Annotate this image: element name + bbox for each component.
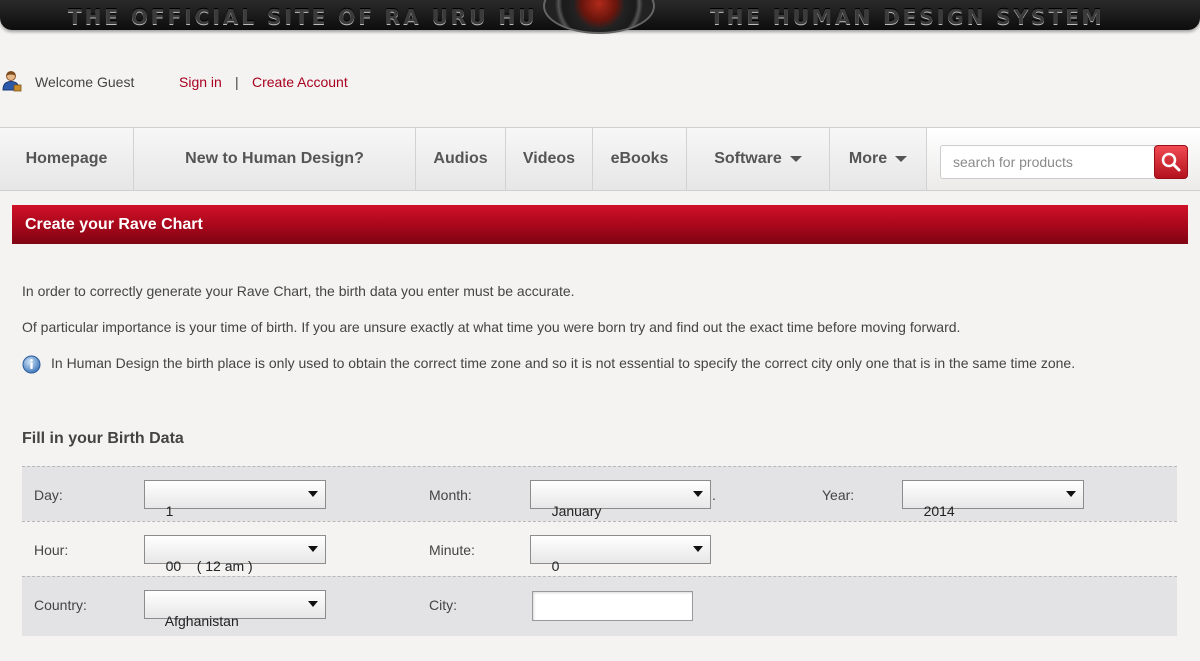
search-button[interactable] <box>1154 145 1188 179</box>
month-select[interactable]: January <box>530 480 711 519</box>
nav-ebooks-label: eBooks <box>610 150 669 167</box>
form-row-date: Day: 1 Month: January . Year: 2014 <box>22 466 1177 521</box>
main-nav: Homepage New to Human Design? Audios Vid… <box>0 127 1200 191</box>
hour-label: Hour: <box>34 542 69 558</box>
chevron-down-icon <box>693 491 703 497</box>
chevron-down-icon <box>308 546 318 552</box>
country-select[interactable]: Afghanistan <box>144 590 326 629</box>
nav-videos[interactable]: Videos <box>506 128 593 190</box>
nav-software[interactable]: Software <box>687 128 830 190</box>
country-label: Country: <box>34 597 87 613</box>
year-label: Year: <box>822 487 855 503</box>
month-label: Month: <box>429 487 472 503</box>
chevron-down-icon <box>308 601 318 607</box>
user-bar: Welcome Guest Sign in | Create Account <box>0 68 700 98</box>
link-separator: | <box>235 74 239 90</box>
day-select-value: 1 <box>165 503 174 519</box>
site-banner: THE OFFICIAL SITE OF RA URU HU THE HUMAN… <box>0 0 1200 34</box>
search-icon <box>1161 152 1181 172</box>
nav-videos-label: Videos <box>522 150 576 167</box>
day-select[interactable]: 1 <box>144 480 326 519</box>
sign-in-link[interactable]: Sign in <box>179 74 222 90</box>
city-label: City: <box>429 597 457 613</box>
day-label: Day: <box>34 487 63 503</box>
chevron-down-icon <box>693 546 703 552</box>
nav-ebooks[interactable]: eBooks <box>593 128 687 190</box>
info-icon <box>22 355 41 374</box>
chevron-down-icon <box>308 491 318 497</box>
search-input[interactable] <box>940 145 1156 179</box>
nav-audios-label: Audios <box>433 150 488 167</box>
month-suffix: . <box>712 487 716 503</box>
minute-select-value: 0 <box>551 558 560 574</box>
minute-label: Minute: <box>429 542 475 558</box>
year-select-value: 2014 <box>923 503 955 519</box>
product-search <box>940 145 1188 179</box>
hour-select[interactable]: 00 ( 12 am ) <box>144 535 326 574</box>
year-select[interactable]: 2014 <box>902 480 1084 519</box>
intro-paragraph-2: Of particular importance is your time of… <box>22 319 961 335</box>
intro-paragraph-1: In order to correctly generate your Rave… <box>22 283 575 299</box>
nav-audios[interactable]: Audios <box>416 128 506 190</box>
hour-select-value: 00 ( 12 am ) <box>165 558 253 574</box>
site-logo[interactable] <box>543 0 655 34</box>
birth-data-heading: Fill in your Birth Data <box>22 430 184 447</box>
banner-left-text: THE OFFICIAL SITE OF RA URU HU <box>68 5 538 29</box>
chevron-down-icon <box>789 156 802 162</box>
user-icon <box>2 71 22 92</box>
welcome-text: Welcome Guest <box>35 74 135 90</box>
nav-new-to-human-design[interactable]: New to Human Design? <box>134 128 416 190</box>
nav-software-label: Software <box>714 150 782 167</box>
month-select-value: January <box>551 503 602 519</box>
form-row-time: Hour: 00 ( 12 am ) Minute: 0 <box>22 521 1177 576</box>
nav-more[interactable]: More <box>830 128 927 190</box>
nav-more-label: More <box>848 150 888 167</box>
nav-homepage-label: Homepage <box>25 150 108 167</box>
minute-select[interactable]: 0 <box>530 535 711 574</box>
chevron-down-icon <box>895 156 908 162</box>
country-select-value: Afghanistan <box>164 613 239 629</box>
create-account-link[interactable]: Create Account <box>252 74 348 90</box>
form-row-place: Country: Afghanistan City: <box>22 576 1177 636</box>
page-title: Create your Rave Chart <box>12 205 1188 244</box>
nav-homepage[interactable]: Homepage <box>0 128 134 190</box>
banner-right-text: THE HUMAN DESIGN SYSTEM <box>710 5 1105 29</box>
chevron-down-icon <box>1066 491 1076 497</box>
nav-new-to-human-design-label: New to Human Design? <box>185 150 364 167</box>
intro-paragraph-3: In Human Design the birth place is only … <box>51 355 1076 371</box>
city-input[interactable] <box>532 591 693 621</box>
